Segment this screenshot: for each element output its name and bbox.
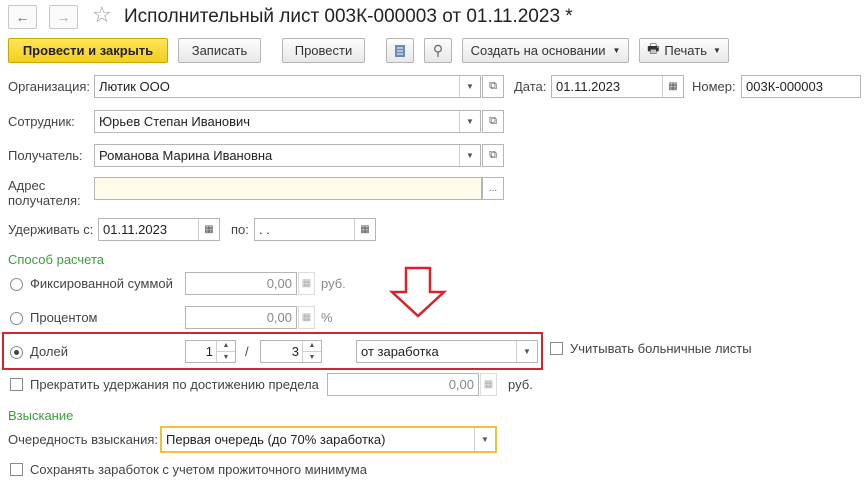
document-list-button[interactable] <box>386 38 414 63</box>
open-icon: ⧉ <box>489 149 497 161</box>
paperclip-icon: ⚲ <box>432 42 444 58</box>
down-arrow-icon <box>388 266 448 318</box>
employee-field[interactable]: Юрьев Степан Иванович ▼ <box>94 110 481 133</box>
stop-limit-value: 0,00 <box>448 377 474 392</box>
denominator-spinner[interactable]: ▲ ▼ <box>302 341 321 362</box>
withhold-from-value: 01.11.2023 <box>103 222 168 237</box>
numerator-spinner[interactable]: ▲ ▼ <box>216 341 235 362</box>
ellipsis-icon: ... <box>488 183 498 194</box>
window-title: Исполнительный лист 003К-000003 от 01.11… <box>124 6 573 27</box>
recipient-field[interactable]: Романова Марина Ивановна ▼ <box>94 144 481 167</box>
share-denominator-value: 3 <box>291 344 299 359</box>
address-select-button[interactable]: ... <box>482 177 504 200</box>
number-field[interactable]: 003К-000003 <box>741 75 861 98</box>
stop-withholding-checkbox[interactable] <box>10 378 23 391</box>
percent-field[interactable]: 0,00 <box>185 306 297 329</box>
forward-button[interactable]: → <box>49 5 78 29</box>
address-label-line1: Адрес <box>8 178 46 193</box>
open-employee-button[interactable]: ⧉ <box>482 110 504 133</box>
printer-icon: 🖶 <box>647 40 660 56</box>
percent-radio[interactable] <box>10 312 23 325</box>
fixed-amount-radio[interactable] <box>10 278 23 291</box>
open-organization-button[interactable]: ⧉ <box>482 75 504 98</box>
recipient-label: Получатель: <box>8 148 83 163</box>
favorite-star-icon[interactable]: ☆ <box>92 2 112 28</box>
organization-value: Лютик ООО <box>99 79 170 94</box>
forward-arrow-icon: → <box>56 9 71 25</box>
recipient-value: Романова Марина Ивановна <box>99 148 273 163</box>
employee-label: Сотрудник: <box>8 114 75 129</box>
calc-method-section-title: Способ расчета <box>8 252 105 267</box>
calculator-icon[interactable]: ▦ <box>480 373 497 396</box>
open-recipient-button[interactable]: ⧉ <box>482 144 504 167</box>
date-field[interactable]: 01.11.2023 ▦ <box>551 75 684 98</box>
save-button[interactable]: Записать <box>178 38 261 63</box>
dropdown-arrow-icon[interactable]: ▼ <box>459 145 480 166</box>
withhold-from-field[interactable]: 01.11.2023 ▦ <box>98 218 220 241</box>
keep-minimum-label: Сохранять заработок с учетом прожиточног… <box>30 462 367 477</box>
percent-unit: % <box>321 310 333 325</box>
share-slash: / <box>245 344 249 359</box>
dropdown-arrow-icon: ▼ <box>712 46 721 55</box>
percent-label: Процентом <box>30 310 98 325</box>
stop-limit-unit: руб. <box>508 377 533 392</box>
share-numerator-field[interactable]: 1 ▲ ▼ <box>185 340 236 363</box>
withhold-to-value: . . <box>259 222 270 237</box>
stop-limit-field[interactable]: 0,00 <box>327 373 479 396</box>
recovery-section-title: Взыскание <box>8 408 74 423</box>
date-label: Дата: <box>514 79 547 94</box>
priority-value: Первая очередь (до 70% заработка) <box>166 432 386 447</box>
back-arrow-icon: ← <box>15 9 30 25</box>
percent-value: 0,00 <box>266 310 292 325</box>
number-label: Номер: <box>692 79 736 94</box>
address-label-line2: получателя: <box>8 193 81 208</box>
dropdown-arrow-icon: ▼ <box>612 46 621 55</box>
fixed-amount-unit: руб. <box>321 276 346 291</box>
to-label: по: <box>231 222 249 237</box>
dropdown-arrow-icon[interactable]: ▼ <box>474 428 495 451</box>
employee-value: Юрьев Степан Иванович <box>99 114 251 129</box>
fixed-amount-label: Фиксированной суммой <box>30 276 173 291</box>
share-base-value: от заработка <box>361 344 439 359</box>
create-based-on-label: Создать на основании <box>470 43 606 58</box>
number-value: 003К-000003 <box>746 79 823 94</box>
address-field[interactable] <box>94 177 482 200</box>
calculator-icon[interactable]: ▦ <box>298 306 315 329</box>
share-base-select[interactable]: от заработка ▼ <box>356 340 538 363</box>
list-icon <box>395 44 405 57</box>
sick-leave-checkbox[interactable] <box>550 342 563 355</box>
stop-withholding-label: Прекратить удержания по достижению преде… <box>30 377 319 392</box>
sick-leave-label: Учитывать больничные листы <box>570 341 752 356</box>
calendar-icon[interactable]: ▦ <box>662 76 683 97</box>
post-button[interactable]: Провести <box>282 38 365 63</box>
print-label: Печать <box>664 43 707 58</box>
priority-select[interactable]: Первая очередь (до 70% заработка) ▼ <box>160 426 497 453</box>
create-based-on-button[interactable]: Создать на основании ▼ <box>462 38 629 63</box>
fixed-amount-value: 0,00 <box>266 276 292 291</box>
attach-button[interactable]: ⚲ <box>424 38 452 63</box>
dropdown-arrow-icon[interactable]: ▼ <box>459 111 480 132</box>
calendar-icon[interactable]: ▦ <box>198 219 219 240</box>
organization-label: Организация: <box>8 79 91 94</box>
withhold-from-label: Удерживать с: <box>8 222 94 237</box>
share-label: Долей <box>30 344 68 359</box>
organization-field[interactable]: Лютик ООО ▼ <box>94 75 481 98</box>
dropdown-arrow-icon[interactable]: ▼ <box>516 341 537 362</box>
post-and-close-button[interactable]: Провести и закрыть <box>8 38 168 63</box>
keep-minimum-checkbox[interactable] <box>10 463 23 476</box>
calendar-icon[interactable]: ▦ <box>354 219 375 240</box>
open-icon: ⧉ <box>489 115 497 127</box>
print-button[interactable]: 🖶 Печать ▼ <box>639 38 729 63</box>
back-button[interactable]: ← <box>8 5 37 29</box>
dropdown-arrow-icon[interactable]: ▼ <box>459 76 480 97</box>
calculator-icon[interactable]: ▦ <box>298 272 315 295</box>
priority-label: Очередность взыскания: <box>8 432 158 447</box>
share-denominator-field[interactable]: 3 ▲ ▼ <box>260 340 322 363</box>
share-radio[interactable] <box>10 346 23 359</box>
open-icon: ⧉ <box>489 80 497 92</box>
date-value: 01.11.2023 <box>556 79 621 94</box>
fixed-amount-field[interactable]: 0,00 <box>185 272 297 295</box>
withhold-to-field[interactable]: . . ▦ <box>254 218 376 241</box>
share-numerator-value: 1 <box>205 344 213 359</box>
